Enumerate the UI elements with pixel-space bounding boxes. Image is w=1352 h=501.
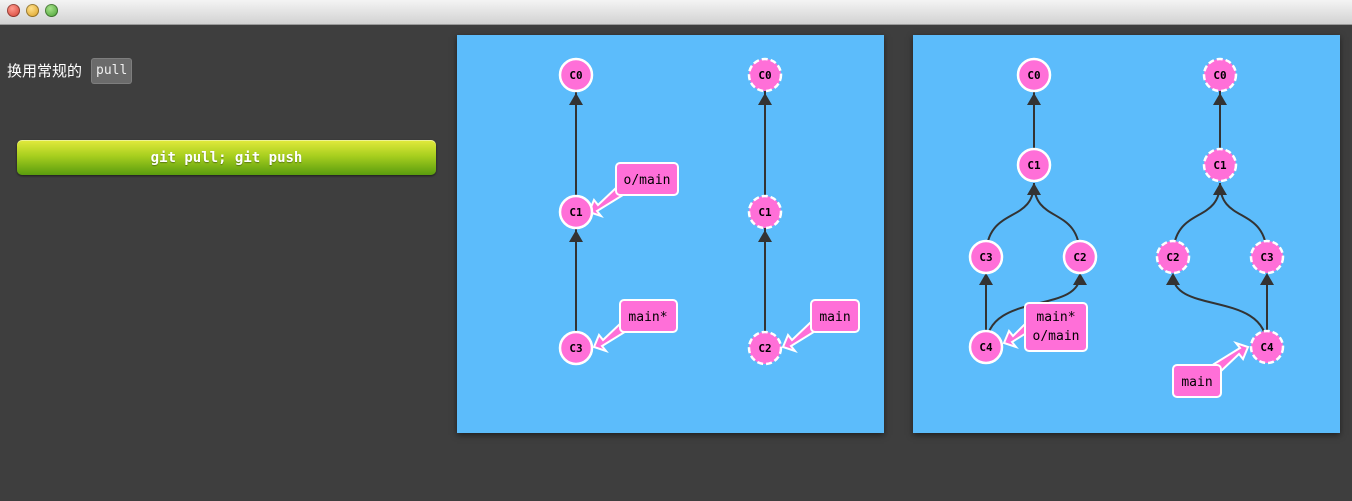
- remote-main-label: main: [819, 310, 850, 325]
- after-o-main-label: o/main: [1033, 329, 1080, 344]
- remote-commit-c1-label: C1: [758, 206, 772, 219]
- minimize-window-icon[interactable]: [26, 4, 39, 17]
- after-remote-branch-tags: main: [1172, 340, 1250, 398]
- main-star-label: main*: [628, 310, 667, 325]
- commit-c1-label: C1: [569, 206, 583, 219]
- remote-commit-c0-label: C0: [758, 69, 771, 82]
- after-remote-commit-c2-label: C2: [1166, 251, 1179, 264]
- intro-line: 换用常规的 pull: [7, 59, 132, 83]
- after-edge-arrow-c0: [1027, 93, 1041, 105]
- after-main-star-label: main*: [1036, 310, 1075, 325]
- local-branch-tags: o/main main*: [587, 162, 679, 354]
- command-button[interactable]: git pull; git push: [17, 140, 436, 175]
- after-edge-arrow-c1: [1027, 183, 1041, 195]
- after-visualization: main* o/main main C0 C1 C3 C2 C4 C0 C1 C…: [913, 35, 1340, 433]
- remote-edge-arrow-c1: [758, 230, 772, 242]
- pull-code-chip: pull: [92, 59, 132, 83]
- after-commit-c3-label: C3: [979, 251, 992, 264]
- edge-arrow-c0: [569, 93, 583, 105]
- remote-edge-arrow-c0: [758, 93, 772, 105]
- after-remote-commit-c3-label: C3: [1260, 251, 1273, 264]
- intro-text: 换用常规的: [7, 62, 83, 80]
- edge-arrow-c1: [569, 230, 583, 242]
- maximize-window-icon[interactable]: [45, 4, 58, 17]
- after-graph: main* o/main main C0 C1 C3 C2 C4 C0 C1 C…: [968, 57, 1285, 398]
- after-remote-edge-arrow-c0: [1213, 93, 1227, 105]
- after-remote-edge-c2-c4: [1172, 274, 1268, 348]
- commit-c0-label: C0: [569, 69, 582, 82]
- after-remote-commit-c1-label: C1: [1213, 159, 1227, 172]
- after-remote-commit-c4-label: C4: [1260, 341, 1274, 354]
- after-remote-edge-arrow-c1: [1213, 183, 1227, 195]
- before-graph: o/main main* main C0 C1 C3 C0 C1 C2: [558, 57, 860, 366]
- after-commit-c1-label: C1: [1027, 159, 1041, 172]
- window-titlebar: [0, 0, 1352, 25]
- after-commit-c0-label: C0: [1027, 69, 1040, 82]
- after-remote-main-label: main: [1181, 375, 1212, 390]
- after-remote-edge-arrow-c2: [1166, 273, 1180, 285]
- after-edge-arrow-c3: [979, 273, 993, 285]
- after-commit-c2-label: C2: [1073, 251, 1086, 264]
- after-remote-commit-c0-label: C0: [1213, 69, 1226, 82]
- commit-c3-label: C3: [569, 342, 582, 355]
- before-visualization: o/main main* main C0 C1 C3 C0 C1 C2: [457, 35, 884, 433]
- close-window-icon[interactable]: [7, 4, 20, 17]
- after-remote-edge-arrow-c3: [1260, 273, 1274, 285]
- o-main-label: o/main: [624, 173, 671, 188]
- after-commit-c4-label: C4: [979, 341, 993, 354]
- after-remote-edges: [1166, 75, 1274, 348]
- after-edge-arrow-c2: [1073, 273, 1087, 285]
- remote-branch-tags: main: [781, 299, 860, 354]
- remote-commit-c2-label: C2: [758, 342, 771, 355]
